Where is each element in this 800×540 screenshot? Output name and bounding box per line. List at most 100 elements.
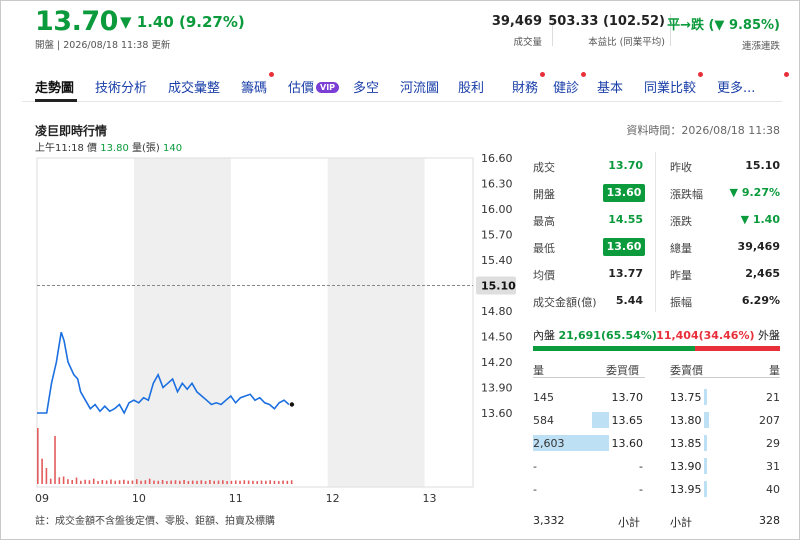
bid-price-header: 委買價 [606, 364, 639, 377]
quote-row: 最低 13.60 [533, 238, 645, 260]
intraday-chart[interactable]: 16.60 16.30 16.00 15.70 15.40 15.10 14.80 14.50… [0, 150, 525, 510]
volume-bar [230, 480, 233, 484]
volume-bar [88, 480, 91, 484]
volume-bar [118, 480, 121, 484]
tab-label: 健診 [553, 81, 580, 96]
volume-bar [209, 480, 211, 484]
quote-value: 13.77 [608, 267, 643, 280]
current-price: 13.70 [35, 6, 118, 37]
quote-label: 均價 [533, 269, 555, 282]
volume-bar [101, 480, 104, 484]
volume-bar [170, 480, 172, 484]
ask-qty: 29 [766, 437, 780, 450]
volume-bar [114, 480, 117, 484]
stat-volume: 39,469 成交量 [491, 14, 542, 48]
volume-bar [178, 480, 181, 484]
volume-bar [45, 468, 48, 484]
volume-bar [234, 480, 237, 484]
volume-bar [71, 480, 74, 484]
bid-price: - [639, 483, 643, 496]
x-tick-label: 12 [326, 492, 340, 505]
volume-bar [54, 436, 56, 484]
y-tick-label: 15.10 [481, 280, 516, 293]
tab-label: 更多... [717, 81, 756, 96]
volume-bar [183, 480, 185, 484]
volume-bar [135, 479, 138, 484]
chart-footnote: 註：成交金額不含盤後定價、零股、鉅額、拍賣及標購 [35, 516, 275, 527]
bid-price: 13.70 [611, 391, 644, 404]
notification-dot [784, 72, 789, 77]
volume-bar [58, 477, 61, 484]
tab-label: 基本 [597, 81, 624, 96]
notification-dot [581, 72, 586, 77]
x-tick-label: 09 [35, 492, 49, 505]
tab-item[interactable]: 估價 VIP [288, 77, 340, 96]
volume-bar [222, 480, 224, 484]
ask-depth-bar [704, 458, 707, 474]
quote-row: 均價 13.77 [533, 267, 645, 287]
quote-value: ▼ 1.40 [740, 213, 780, 226]
ask-total: 328 [759, 514, 780, 527]
quote-row: 昨收 15.10 [670, 159, 782, 179]
volume-bar [239, 480, 241, 484]
quote-label: 昨量 [670, 269, 692, 282]
tab-item[interactable]: 股利 [458, 77, 484, 96]
inner-label: 內盤 [533, 329, 555, 342]
volume-bar [131, 480, 134, 484]
volume-bar [92, 478, 95, 484]
volume-bar [217, 480, 220, 484]
quote-row: 漲跌幅 ▼ 9.27% [670, 186, 782, 206]
tab-item[interactable]: 更多... [717, 77, 755, 96]
volume-bar [269, 480, 271, 484]
tab-label: 股利 [458, 81, 485, 96]
tab-item[interactable]: 財務 [512, 77, 538, 96]
quote-value: 5.44 [615, 294, 643, 307]
last-price-dot [289, 402, 295, 407]
quote-divider [655, 152, 656, 312]
outer-volume: 11,404(34.46%) 外盤 [656, 327, 780, 343]
bid-qty: 584 [533, 414, 554, 427]
volume-bar [157, 480, 160, 484]
bid-qty: - [533, 483, 537, 496]
vip-badge: VIP [316, 82, 340, 93]
quote-value-highlight: 13.60 [603, 184, 645, 202]
quote-value: 15.10 [745, 159, 780, 172]
tab-item[interactable]: 成交彙整 [168, 77, 220, 96]
y-tick-label: 14.80 [481, 305, 513, 318]
tab-item[interactable]: 走勢圖 [35, 77, 74, 96]
volume-bar [62, 476, 65, 484]
tab-item[interactable]: 河流圖 [400, 77, 439, 96]
tab-item[interactable]: 籌碼 [241, 77, 267, 96]
tab-item[interactable]: 基本 [597, 77, 623, 96]
quote-label: 開盤 [533, 188, 555, 201]
tab-item[interactable]: 健診 [553, 77, 579, 96]
ask-qty: 21 [766, 391, 780, 404]
tab-item[interactable]: 同業比較 [644, 77, 696, 96]
volume-bar [187, 481, 190, 484]
quote-row: 最高 14.55 [533, 213, 645, 233]
y-tick-label: 15.40 [481, 254, 513, 267]
volume-bar [286, 480, 289, 484]
volume-bar [97, 481, 99, 484]
outer-label: 外盤 [758, 329, 780, 342]
tab-item[interactable]: 多空 [353, 77, 379, 96]
volume-bar [196, 480, 198, 484]
quote-row: 開盤 13.60 [533, 184, 645, 206]
tab-label: 成交彙整 [168, 81, 221, 96]
bid-qty: - [533, 460, 537, 473]
volume-bar [127, 480, 129, 484]
volume-bar [140, 480, 142, 484]
bid-price: 13.60 [611, 437, 644, 450]
tab-item[interactable]: 技術分析 [95, 77, 147, 96]
volume-bar [84, 479, 86, 484]
quote-label: 總量 [670, 242, 692, 255]
ask-qty: 31 [766, 460, 780, 473]
ask-qty: 40 [766, 483, 780, 496]
notification-dot [269, 72, 274, 77]
ask-depth-bar [704, 435, 707, 451]
y-tick-label: 16.30 [481, 178, 513, 191]
outer-volume-bar [695, 346, 780, 351]
stat-streak: 平→跌 (▼ 9.85%) 連漲連跌 [667, 18, 780, 52]
update-time: 開盤 | 2026/08/18 11:38 更新 [35, 40, 171, 51]
volume-bar [200, 480, 203, 484]
